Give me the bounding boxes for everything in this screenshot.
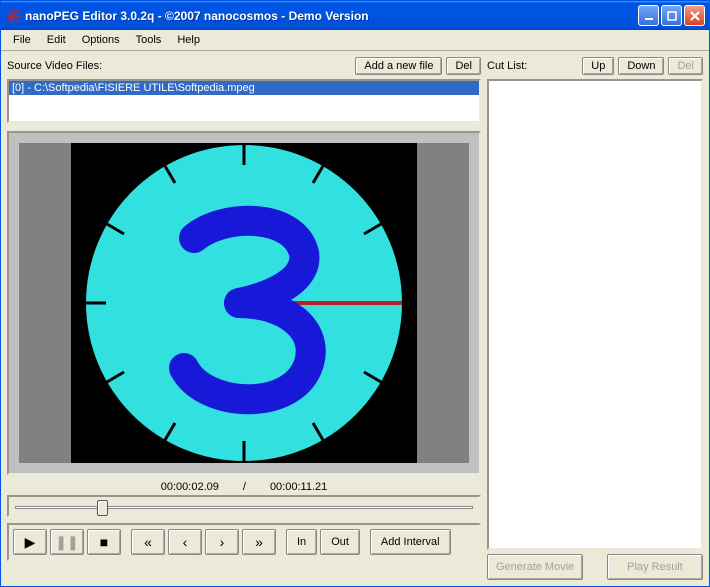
menu-help[interactable]: Help [169,32,208,48]
source-header: Source Video Files: Add a new file Del [7,57,481,75]
cutlist-listbox[interactable] [487,79,703,550]
menu-file[interactable]: File [5,32,39,48]
rewind-button[interactable]: « [131,529,165,555]
maximize-button[interactable] [661,5,682,26]
source-label: Source Video Files: [7,60,102,72]
cutlist-del-button[interactable]: Del [668,57,703,75]
slider-thumb[interactable] [97,500,108,516]
transport-controls: ▶ ❚❚ ■ « ‹ › » In Out Add Interval [7,523,481,561]
mark-in-button[interactable]: In [286,529,317,555]
minimize-button[interactable] [638,5,659,26]
add-file-button[interactable]: Add a new file [355,57,442,75]
delete-source-button[interactable]: Del [446,57,481,75]
countdown-clock [71,143,417,463]
menu-tools[interactable]: Tools [128,32,170,48]
close-icon [690,11,700,21]
play-button[interactable]: ▶ [13,529,47,555]
minimize-icon [644,11,654,21]
maximize-icon [667,11,677,21]
step-fwd-button[interactable]: › [205,529,239,555]
close-button[interactable] [684,5,705,26]
time-sep: / [243,481,246,493]
time-total: 00:00:11.21 [270,481,327,493]
slider-track [15,506,473,509]
source-listbox[interactable]: [0] - C:\Softpedia\FISIERE UTILE\Softped… [7,79,481,123]
right-pane: Cut List: Up Down Del Generate Movie Pla… [487,57,703,580]
step-back-button[interactable]: ‹ [168,529,202,555]
video-preview [7,131,481,475]
content-area: Source Video Files: Add a new file Del [… [1,51,709,586]
titlebar[interactable]: nanoPEG Editor 3.0.2q - ©2007 nanocosmos… [1,1,709,30]
pillarbox-left [19,143,71,463]
pause-button[interactable]: ❚❚ [50,529,84,555]
seek-slider[interactable] [7,495,481,517]
video-frame [19,143,469,463]
app-icon [5,8,21,24]
time-display: 00:00:02.09 / 00:00:11.21 [7,475,481,495]
generate-movie-button[interactable]: Generate Movie [487,554,583,580]
play-result-button[interactable]: Play Result [607,554,703,580]
menubar: File Edit Options Tools Help [1,30,709,51]
cutlist-up-button[interactable]: Up [582,57,614,75]
fast-fwd-button[interactable]: » [242,529,276,555]
list-item[interactable]: [0] - C:\Softpedia\FISIERE UTILE\Softped… [9,81,479,95]
mark-out-button[interactable]: Out [320,529,360,555]
menu-edit[interactable]: Edit [39,32,74,48]
window-buttons [638,5,705,26]
app-window: nanoPEG Editor 3.0.2q - ©2007 nanocosmos… [0,0,710,587]
add-interval-button[interactable]: Add Interval [370,529,451,555]
cutlist-down-button[interactable]: Down [618,57,664,75]
menu-options[interactable]: Options [74,32,128,48]
pillarbox-right [417,143,469,463]
time-current: 00:00:02.09 [161,481,219,493]
cutlist-header: Cut List: Up Down Del [487,57,703,75]
window-title: nanoPEG Editor 3.0.2q - ©2007 nanocosmos… [25,9,638,23]
left-pane: Source Video Files: Add a new file Del [… [7,57,481,580]
cutlist-label: Cut List: [487,60,527,72]
stop-button[interactable]: ■ [87,529,121,555]
action-buttons: Generate Movie Play Result [487,550,703,580]
